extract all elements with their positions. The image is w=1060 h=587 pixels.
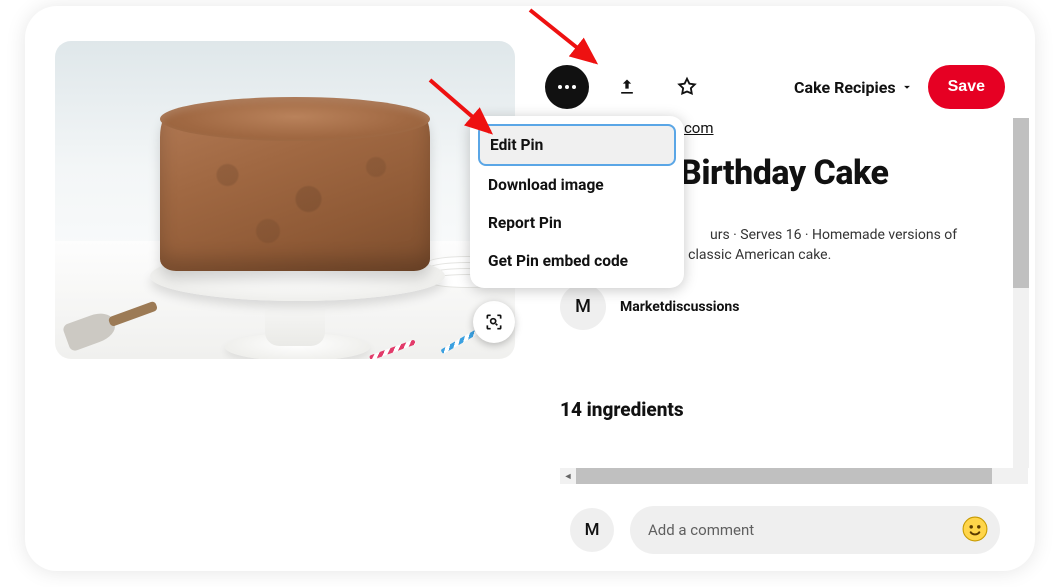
share-icon bbox=[617, 77, 637, 97]
ingredients-heading: 14 ingredients bbox=[560, 398, 1010, 421]
visual-search-button[interactable] bbox=[473, 301, 515, 343]
vertical-scrollbar[interactable] bbox=[1013, 118, 1029, 468]
avatar: M bbox=[560, 284, 606, 330]
comment-input[interactable]: Add a comment bbox=[630, 506, 1000, 554]
comment-placeholder: Add a comment bbox=[648, 521, 754, 539]
pin-author[interactable]: M Marketdiscussions bbox=[560, 284, 1010, 330]
star-button[interactable] bbox=[665, 65, 709, 109]
author-name: Marketdiscussions bbox=[620, 299, 739, 315]
avatar: M bbox=[570, 508, 614, 552]
pin-closeup-card: Cake Recipies Save .com Birthday Cake ur… bbox=[25, 6, 1035, 571]
menu-item-get-embed[interactable]: Get Pin embed code bbox=[478, 242, 676, 280]
vertical-scroll-thumb[interactable] bbox=[1013, 118, 1029, 288]
ellipsis-icon bbox=[558, 85, 576, 89]
source-link[interactable]: .com bbox=[680, 119, 714, 137]
menu-item-report-pin[interactable]: Report Pin bbox=[478, 204, 676, 242]
horizontal-scroll-thumb[interactable] bbox=[576, 468, 992, 484]
chevron-down-icon bbox=[900, 80, 914, 94]
save-button[interactable]: Save bbox=[928, 65, 1005, 109]
pin-title: Birthday Cake bbox=[680, 153, 1010, 193]
menu-item-download-image[interactable]: Download image bbox=[478, 166, 676, 204]
comment-composer: M Add a comment bbox=[570, 506, 1000, 554]
annotation-arrow bbox=[420, 70, 530, 160]
board-name: Cake Recipies bbox=[794, 78, 896, 97]
horizontal-scrollbar[interactable]: ◄ ► bbox=[560, 468, 1028, 484]
board-selector[interactable]: Cake Recipies bbox=[794, 78, 914, 97]
scroll-left-arrow[interactable]: ◄ bbox=[560, 468, 576, 484]
annotation-arrow bbox=[520, 0, 640, 80]
star-icon bbox=[676, 76, 698, 98]
emoji-icon[interactable] bbox=[962, 516, 988, 542]
